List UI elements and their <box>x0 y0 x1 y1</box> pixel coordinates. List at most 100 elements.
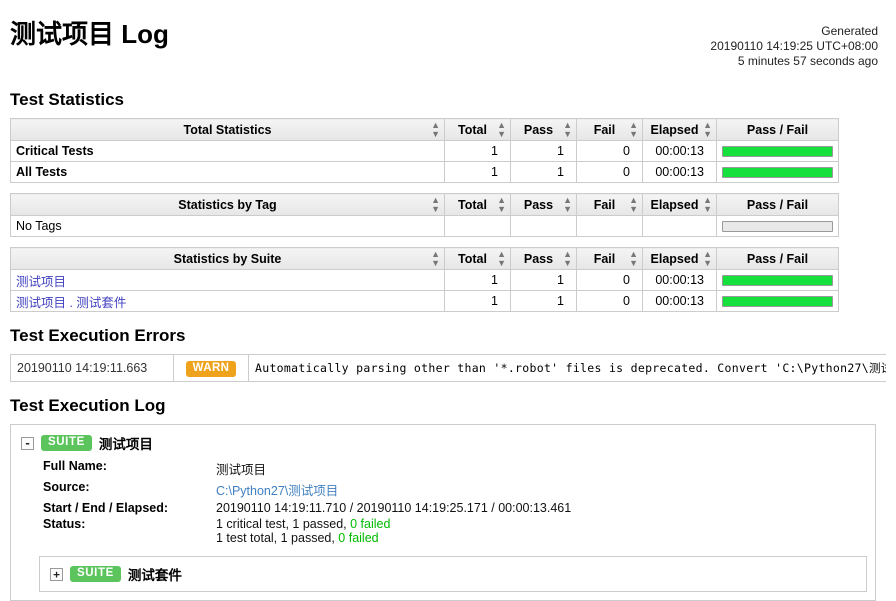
source-value[interactable]: C:\Python27\测试项目 <box>216 479 571 500</box>
sort-arrows-icon[interactable]: ▲ ▼ <box>563 195 572 214</box>
error-timestamp: 20190110 14:19:11.663 <box>10 354 174 382</box>
col-label: Pass / Fail <box>746 122 809 137</box>
suite-link[interactable]: 测试项目 <box>16 275 66 289</box>
col-total[interactable]: Total ▲ ▼ <box>444 118 511 141</box>
error-message: Automatically parsing other than '*.robo… <box>248 354 886 382</box>
sort-arrows-icon[interactable]: ▲ ▼ <box>431 120 440 139</box>
sort-arrows-icon[interactable]: ▲ ▼ <box>431 249 440 268</box>
col-total[interactable]: Total ▲ ▼ <box>444 247 511 270</box>
col-pass[interactable]: Pass ▲ ▼ <box>510 193 577 216</box>
expand-toggle-icon[interactable]: + <box>50 567 63 581</box>
status-total-line: 1 test total, 1 passed, 0 failed <box>216 531 571 545</box>
sort-arrows-icon[interactable]: ▲ ▼ <box>497 195 506 214</box>
status-total-failed: 0 failed <box>338 531 379 545</box>
col-elapsed[interactable]: Elapsed ▲ ▼ <box>642 118 717 141</box>
row-name[interactable]: 测试项目 <box>10 269 445 291</box>
full-name-value: 测试项目 <box>216 463 267 477</box>
row-total: 1 <box>444 290 511 312</box>
row-pass: 1 <box>510 290 577 312</box>
col-label: Total <box>458 122 487 137</box>
col-label: Fail <box>593 197 616 212</box>
col-fail[interactable]: Fail ▲ ▼ <box>576 118 643 141</box>
row-pass: 1 <box>510 269 577 291</box>
log-page: Generated 20190110 14:19:25 UTC+08:00 5 … <box>0 0 896 601</box>
suite-type-badge: SUITE <box>70 566 121 582</box>
source-link[interactable]: C:\Python27\测试项目 <box>216 484 338 498</box>
row-fail: 0 <box>576 161 643 183</box>
sort-arrows-icon[interactable]: ▲ ▼ <box>629 120 638 139</box>
full-name-label: Full Name: <box>43 459 107 473</box>
row-name: No Tags <box>10 215 445 237</box>
row-pass: 1 <box>510 140 577 162</box>
col-label: Elapsed <box>650 122 699 137</box>
times-label: Start / End / Elapsed: <box>43 501 169 515</box>
child-suite-container: + SUITE 测试套件 <box>39 556 867 592</box>
col-pass[interactable]: Pass ▲ ▼ <box>510 118 577 141</box>
sort-arrows-icon[interactable]: ▲ ▼ <box>563 120 572 139</box>
sort-arrows-icon[interactable]: ▲ ▼ <box>563 249 572 268</box>
total-statistics-table: Total Statistics ▲ ▼ Total ▲ ▼ Pass ▲ ▼ Fai… <box>10 118 839 183</box>
col-pass[interactable]: Pass ▲ ▼ <box>510 247 577 270</box>
table-row: All Tests 1 1 0 00:00:13 <box>10 161 839 183</box>
pass-fail-bar <box>722 274 833 286</box>
metadata-row: Status: 1 critical test, 1 passed, 0 fai… <box>43 516 571 546</box>
test-execution-log-heading: Test Execution Log <box>10 396 166 415</box>
pass-fail-bar <box>722 166 833 178</box>
sort-arrows-icon[interactable]: ▲ ▼ <box>497 249 506 268</box>
pass-portion <box>723 146 832 156</box>
col-label: Total Statistics <box>183 122 272 137</box>
suite-link[interactable]: 测试项目 . 测试套件 <box>16 296 126 310</box>
table-row: No Tags <box>10 215 839 237</box>
col-tag-statistics[interactable]: Statistics by Tag ▲ ▼ <box>10 193 445 216</box>
child-suite-name[interactable]: 测试套件 <box>128 564 182 584</box>
root-suite-header[interactable]: - SUITE 测试项目 <box>21 433 865 453</box>
col-label: Pass <box>523 122 554 137</box>
row-pass-fail-bar <box>716 140 839 162</box>
sort-arrows-icon[interactable]: ▲ ▼ <box>629 249 638 268</box>
row-pass-fail-bar <box>716 290 839 312</box>
row-total: 1 <box>444 140 511 162</box>
sort-arrows-icon[interactable]: ▲ ▼ <box>703 249 712 268</box>
row-fail: 0 <box>576 269 643 291</box>
table-header-row: Statistics by Tag ▲ ▼ Total ▲ ▼ Pass ▲ ▼ Fa… <box>10 193 839 216</box>
metadata-row: Source: C:\Python27\测试项目 <box>43 479 571 500</box>
total-statistics-body: Critical Tests 1 1 0 00:00:13 All Tests … <box>10 140 839 183</box>
col-pass-fail: Pass / Fail <box>716 118 839 141</box>
col-label: Pass <box>523 251 554 266</box>
sort-arrows-icon[interactable]: ▲ ▼ <box>431 195 440 214</box>
row-pass-fail-bar <box>716 161 839 183</box>
sort-arrows-icon[interactable]: ▲ ▼ <box>497 120 506 139</box>
generated-label: Generated <box>821 24 878 38</box>
suite-type-badge: SUITE <box>41 435 92 451</box>
source-label: Source: <box>43 480 90 494</box>
col-elapsed[interactable]: Elapsed ▲ ▼ <box>642 247 717 270</box>
metadata-row: Full Name: 测试项目 <box>43 458 571 479</box>
sort-arrows-icon[interactable]: ▲ ▼ <box>629 195 638 214</box>
pass-fail-bar <box>722 145 833 157</box>
table-row: 测试项目 . 测试套件 1 1 0 00:00:13 <box>10 290 839 312</box>
child-suite-header[interactable]: + SUITE 测试套件 <box>50 564 856 584</box>
col-fail[interactable]: Fail ▲ ▼ <box>576 247 643 270</box>
metadata-row: Start / End / Elapsed: 20190110 14:19:11… <box>43 500 571 516</box>
sort-arrows-icon[interactable]: ▲ ▼ <box>703 120 712 139</box>
col-suite-statistics[interactable]: Statistics by Suite ▲ ▼ <box>10 247 445 270</box>
sort-arrows-icon[interactable]: ▲ ▼ <box>703 195 712 214</box>
generated-ago: 5 minutes 57 seconds ago <box>737 54 878 68</box>
col-total-statistics[interactable]: Total Statistics ▲ ▼ <box>10 118 445 141</box>
collapse-toggle-icon[interactable]: - <box>21 436 34 450</box>
generated-info: Generated 20190110 14:19:25 UTC+08:00 5 … <box>710 24 878 69</box>
row-name[interactable]: 测试项目 . 测试套件 <box>10 290 445 312</box>
col-elapsed[interactable]: Elapsed ▲ ▼ <box>642 193 717 216</box>
col-fail[interactable]: Fail ▲ ▼ <box>576 193 643 216</box>
col-total[interactable]: Total ▲ ▼ <box>444 193 511 216</box>
suite-name[interactable]: 测试项目 <box>99 433 153 453</box>
error-level: WARN <box>173 354 249 382</box>
generated-timestamp: 20190110 14:19:25 UTC+08:00 <box>710 39 878 53</box>
table-header-row: Total Statistics ▲ ▼ Total ▲ ▼ Pass ▲ ▼ Fai… <box>10 118 839 141</box>
pass-portion <box>723 167 832 177</box>
row-elapsed: 00:00:13 <box>642 161 717 183</box>
row-pass-fail-bar <box>716 215 839 237</box>
table-header-row: Statistics by Suite ▲ ▼ Total ▲ ▼ Pass ▲ ▼ … <box>10 247 839 270</box>
col-label: Fail <box>593 251 616 266</box>
pass-fail-bar <box>722 295 833 307</box>
